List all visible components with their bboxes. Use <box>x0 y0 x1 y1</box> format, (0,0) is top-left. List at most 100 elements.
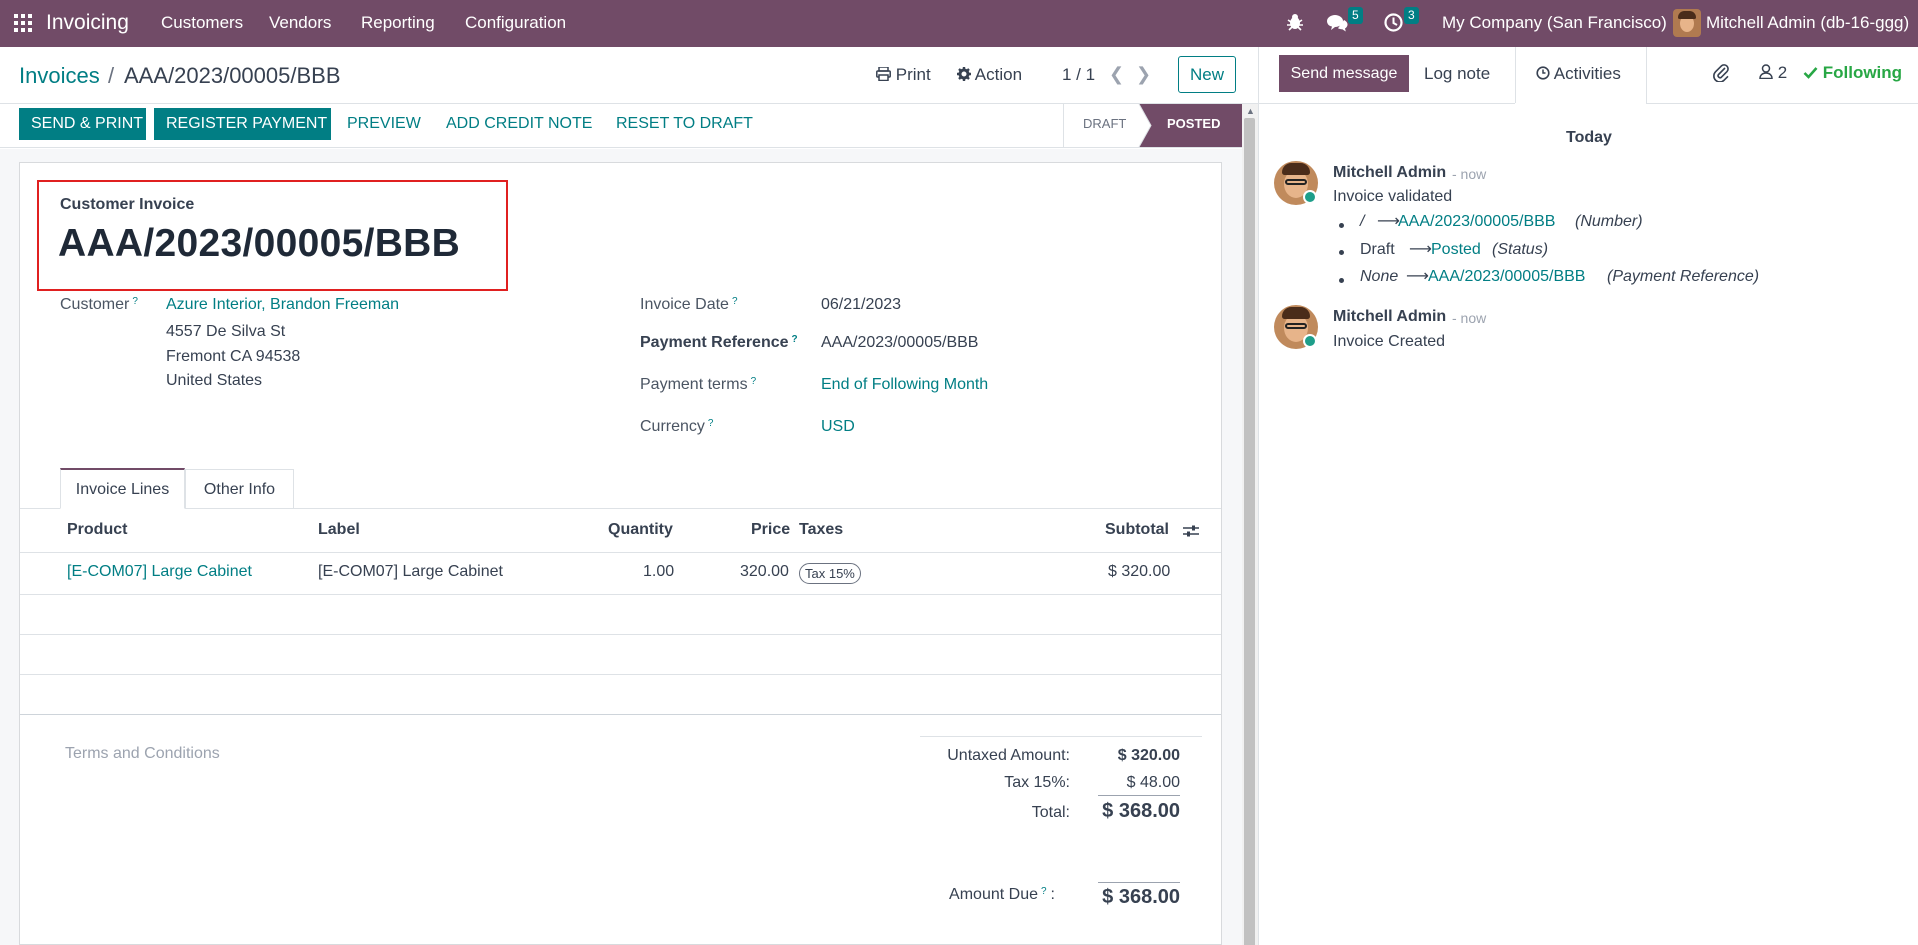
pager-next-icon[interactable]: ❯ <box>1136 64 1151 85</box>
line-quantity[interactable]: 1.00 <box>643 563 674 581</box>
amount-due-divider <box>1098 882 1180 883</box>
breadcrumb-separator: / <box>108 63 115 88</box>
pager-previous-icon[interactable]: ❮ <box>1109 64 1124 85</box>
user-menu[interactable]: Mitchell Admin (db-16-ggg) <box>1706 0 1909 47</box>
message-author[interactable]: Mitchell Admin <box>1333 164 1446 182</box>
invoice-date-value[interactable]: 06/21/2023 <box>821 296 901 314</box>
message-author[interactable]: Mitchell Admin <box>1333 308 1446 326</box>
customer-link[interactable]: Azure Interior, Brandon Freeman <box>166 296 399 314</box>
column-product[interactable]: Product <box>67 521 127 539</box>
new-button[interactable]: New <box>1178 56 1236 93</box>
invoice-date-label: Invoice Date? <box>640 296 738 313</box>
line-price[interactable]: 320.00 <box>740 563 789 581</box>
tracking-new-value: Posted <box>1431 241 1481 258</box>
empty-row-divider <box>20 714 1221 715</box>
line-tax-tag[interactable]: Tax 15% <box>799 563 861 584</box>
pager-value[interactable]: 1 / 1 <box>1062 65 1095 85</box>
payment-reference-value[interactable]: AAA/2023/00005/BBB <box>821 334 978 352</box>
terms-and-conditions-input[interactable]: Terms and Conditions <box>65 745 220 763</box>
online-status-dot <box>1303 334 1317 348</box>
payment-reference-label: Payment Reference? <box>640 334 798 351</box>
app-name[interactable]: Invoicing <box>46 0 129 47</box>
column-subtotal[interactable]: Subtotal <box>1105 521 1169 539</box>
currency-label: Currency? <box>640 418 714 435</box>
activities-button[interactable]: Activities <box>1536 64 1621 84</box>
print-button[interactable]: Print <box>876 65 931 85</box>
messages-icon[interactable] <box>1326 0 1348 47</box>
activities-clock-icon[interactable] <box>1384 0 1403 47</box>
chatter-top-divider <box>1259 103 1515 104</box>
print-label: Print <box>895 65 931 84</box>
tracking-new-value: AAA/2023/00005/BBB <box>1398 213 1556 230</box>
action-label: Action <box>974 65 1023 84</box>
tabs-divider <box>20 508 1221 509</box>
form-scrollbar[interactable]: ▲ <box>1242 104 1258 945</box>
following-button[interactable]: Following <box>1803 63 1902 83</box>
preview-button[interactable]: PREVIEW <box>347 108 421 140</box>
tab-invoice-lines[interactable]: Invoice Lines <box>60 468 185 509</box>
message-body: Invoice Created <box>1333 333 1446 350</box>
log-note-button[interactable]: Log note <box>1424 55 1490 92</box>
attachment-paperclip-icon[interactable] <box>1713 62 1729 87</box>
send-print-button[interactable]: SEND & PRINT <box>19 108 146 140</box>
payment-terms-link[interactable]: End of Following Month <box>821 376 988 394</box>
tracking-old-value: None <box>1360 268 1399 285</box>
menu-vendors[interactable]: Vendors <box>269 0 331 47</box>
total-divider <box>1098 795 1180 796</box>
amount-due-label: Amount Due?: <box>949 886 1055 903</box>
line-subtotal: $ 320.00 <box>1108 563 1171 580</box>
chatter-panel: Send message Log note Activities 2 Follo… <box>1258 47 1918 945</box>
status-draft[interactable]: DRAFT <box>1083 116 1126 131</box>
breadcrumb-invoices[interactable]: Invoices <box>19 63 100 89</box>
line-product[interactable]: [E-COM07] Large Cabinet <box>67 563 252 581</box>
line-label[interactable]: [E-COM07] Large Cabinet <box>318 563 503 581</box>
customer-address-city: Fremont CA 94538 <box>166 348 301 365</box>
clock-icon <box>1536 66 1550 80</box>
column-label[interactable]: Label <box>318 521 360 539</box>
message-time: - now <box>1452 166 1487 182</box>
totals-divider <box>920 736 1202 737</box>
column-price[interactable]: Price <box>751 521 790 539</box>
payment-terms-label: Payment terms? <box>640 376 757 393</box>
arrow-right-icon: ⟶ <box>1409 241 1432 258</box>
action-button[interactable]: Action <box>957 65 1022 85</box>
currency-link[interactable]: USD <box>821 418 855 436</box>
company-switcher[interactable]: My Company (San Francisco) <box>1442 0 1667 47</box>
apps-menu-icon[interactable] <box>14 0 32 47</box>
empty-row-divider <box>20 674 1221 675</box>
bullet <box>1339 223 1344 228</box>
message-body: Invoice validated <box>1333 188 1453 205</box>
user-avatar[interactable] <box>1673 0 1701 47</box>
menu-reporting[interactable]: Reporting <box>361 0 435 47</box>
activities-label: Activities <box>1553 64 1621 83</box>
date-separator: Today <box>1566 129 1612 146</box>
tab-other-info[interactable]: Other Info <box>185 469 294 508</box>
menu-configuration[interactable]: Configuration <box>465 0 566 47</box>
tax-label: Tax 15%: <box>1004 774 1070 791</box>
add-credit-note-button[interactable]: ADD CREDIT NOTE <box>446 108 592 140</box>
messages-count-badge: 5 <box>1348 7 1363 24</box>
form-status-bar: SEND & PRINT REGISTER PAYMENT PREVIEW AD… <box>0 104 1242 148</box>
tracking-old-value: / <box>1360 213 1365 230</box>
column-taxes[interactable]: Taxes <box>799 521 843 539</box>
followers-count: 2 <box>1777 63 1788 82</box>
send-message-button[interactable]: Send message <box>1279 55 1409 92</box>
following-label: Following <box>1822 63 1903 82</box>
debug-bug-icon[interactable] <box>1286 0 1304 47</box>
total-label: Total: <box>1031 804 1070 821</box>
menu-customers[interactable]: Customers <box>161 0 243 47</box>
customer-address-street: 4557 De Silva St <box>166 323 286 340</box>
register-payment-button[interactable]: REGISTER PAYMENT <box>154 108 331 140</box>
reset-to-draft-button[interactable]: RESET TO DRAFT <box>616 108 753 140</box>
chatter-top-divider <box>1646 103 1918 104</box>
column-quantity[interactable]: Quantity <box>608 521 673 539</box>
invoice-type-label: Customer Invoice <box>60 196 195 213</box>
tracking-new-value: AAA/2023/00005/BBB <box>1428 268 1586 285</box>
gear-icon <box>957 67 971 81</box>
user-icon <box>1759 64 1773 80</box>
chatter-tab-divider <box>1515 47 1516 103</box>
chatter-tab-divider <box>1646 47 1647 103</box>
optional-columns-toggle-icon[interactable] <box>1183 523 1199 543</box>
followers-button[interactable]: 2 <box>1759 63 1787 83</box>
tracking-old-value: Draft <box>1360 241 1395 258</box>
